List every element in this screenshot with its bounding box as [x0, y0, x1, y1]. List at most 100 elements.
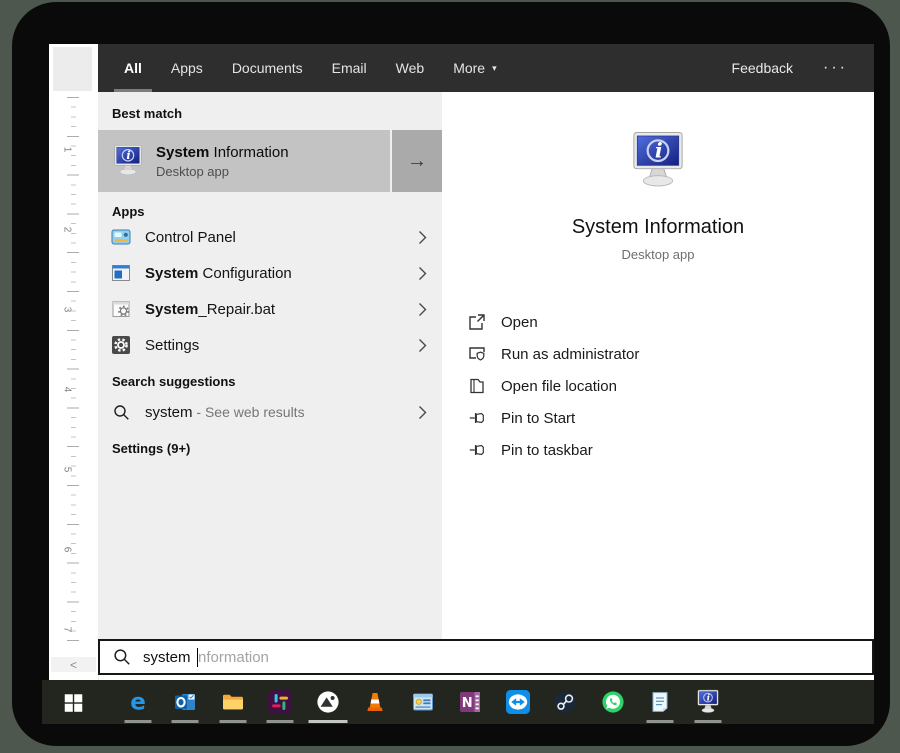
taskbar-teamviewer-icon[interactable] [494, 680, 542, 724]
vertical-ruler: 1 2 3 4 5 6 7 < [49, 44, 99, 680]
best-match-header: Best match [112, 106, 183, 121]
action-label: Pin to taskbar [501, 441, 593, 459]
app-result-settings[interactable]: Settings [98, 327, 442, 363]
run-admin-icon [468, 345, 486, 363]
taskbar-notepad-icon[interactable] [637, 680, 685, 724]
taskbar-photos-circle-icon[interactable] [304, 680, 352, 724]
ruler-number: 7 [61, 626, 73, 633]
app-result-label: System_Repair.bat [145, 300, 276, 318]
best-match-title: System Information [156, 143, 289, 161]
chevron-right-icon[interactable] [418, 405, 427, 425]
tab-web[interactable]: Web [396, 44, 425, 92]
scroll-left-arrow[interactable]: < [51, 657, 96, 672]
open-icon [468, 313, 486, 331]
pin-icon [468, 409, 486, 427]
search-icon [113, 648, 131, 666]
tab-apps[interactable]: Apps [171, 44, 203, 92]
app-result-control-panel[interactable]: Control Panel [98, 219, 442, 255]
action-open[interactable]: Open [468, 306, 874, 338]
taskbar: e N i [42, 680, 874, 724]
best-match-row: i System Information Desktop app → [98, 130, 442, 192]
taskbar-system-information-icon[interactable]: i [684, 680, 732, 724]
start-button[interactable] [42, 680, 104, 724]
pin-icon [468, 441, 486, 459]
search-suggestions-header: Search suggestions [112, 374, 236, 389]
settings-gear-icon [111, 335, 131, 355]
app-result-label: Control Panel [145, 228, 236, 246]
screenshot-stage: 1 2 3 4 5 6 7 < All Apps Documents Email Web M… [0, 0, 900, 753]
app-result-label: Settings [145, 336, 200, 354]
best-match-result[interactable]: i System Information Desktop app [98, 130, 390, 192]
system-configuration-icon [111, 263, 131, 283]
taskbar-system-window-icon[interactable] [399, 680, 447, 724]
chevron-right-icon[interactable] [418, 230, 427, 250]
running-indicator [266, 720, 294, 723]
app-result--repair-bat[interactable]: System_Repair.bat [98, 291, 442, 327]
taskbar-vlc-icon[interactable] [352, 680, 400, 724]
control-panel-icon [111, 227, 131, 247]
svg-text:N: N [462, 696, 473, 711]
chevron-right-icon[interactable] [418, 338, 427, 358]
right-arrow-icon: → [407, 149, 427, 172]
action-pin-to-start[interactable]: Pin to Start [468, 402, 874, 434]
app-result-label: System Configuration [145, 264, 292, 282]
svg-text:i: i [126, 148, 130, 162]
action-label: Run as administrator [501, 345, 640, 363]
apps-header: Apps [112, 204, 145, 219]
preview-panel: i System Information Desktop app Open Ru… [442, 92, 874, 639]
taskbar-outlook-icon[interactable] [162, 680, 210, 724]
tab-apps-label: Apps [170, 60, 203, 76]
preview-title: System Information [571, 216, 745, 238]
overflow-menu-button[interactable]: ··· [823, 59, 848, 77]
action-run-as-administrator[interactable]: Run as administrator [468, 338, 874, 370]
running-indicator [124, 720, 152, 723]
tab-email-label: Email [331, 60, 367, 76]
tab-documents[interactable]: Documents [232, 44, 303, 92]
action-label: Pin to Start [501, 409, 576, 427]
svg-text:i: i [655, 139, 663, 163]
device-frame: 1 2 3 4 5 6 7 < All Apps Documents Email Web M… [12, 2, 890, 746]
search-typed-text: system [143, 648, 191, 666]
best-match-subtitle: Desktop app [156, 163, 229, 179]
svg-text:e: e [130, 690, 146, 714]
system-information-large-icon: i [627, 130, 689, 192]
suggestion-system-web-results[interactable]: system - See web results [98, 394, 442, 430]
ruler-number: 1 [61, 146, 73, 153]
search-icon [111, 402, 131, 422]
taskbar-whatsapp-icon[interactable] [589, 680, 637, 724]
taskbar-file-explorer-icon[interactable] [209, 680, 257, 724]
taskbar-steam-icon[interactable] [542, 680, 590, 724]
preview-subtitle: Desktop app [621, 247, 695, 262]
taskbar-search-input[interactable]: system nformation [98, 639, 874, 675]
running-indicator [171, 720, 199, 723]
chevron-right-icon[interactable] [418, 266, 427, 286]
file-location-icon [468, 377, 486, 395]
search-flyout: All Apps Documents Email Web More ▾ Feed… [98, 44, 874, 639]
taskbar-slack-icon[interactable] [257, 680, 305, 724]
ruler-number: 5 [61, 466, 73, 473]
running-indicator [219, 720, 247, 723]
tab-web-label: Web [395, 60, 425, 76]
taskbar-edge-icon[interactable]: e [114, 680, 162, 724]
app-result-configuration[interactable]: System Configuration [98, 255, 442, 291]
tab-all-label: All [124, 60, 142, 76]
ruler-number: 2 [61, 226, 73, 233]
action-open-file-location[interactable]: Open file location [468, 370, 874, 402]
chevron-right-icon[interactable] [418, 302, 427, 322]
ruler-margin-block [53, 47, 92, 91]
tab-more-label: More [453, 60, 486, 76]
running-indicator [694, 720, 722, 723]
svg-text:i: i [706, 694, 709, 704]
batch-file-icon [111, 299, 131, 319]
tab-more[interactable]: More ▾ [453, 44, 496, 92]
tab-email[interactable]: Email [332, 44, 367, 92]
ruler-medium-ticks [67, 97, 79, 643]
tab-all[interactable]: All [124, 44, 142, 92]
action-label: Open file location [501, 377, 617, 395]
search-suggestion-ghost-text: nformation [198, 648, 269, 666]
expand-result-button[interactable]: → [392, 130, 442, 192]
taskbar-onenote-icon[interactable]: N [447, 680, 495, 724]
ruler-number: 3 [61, 306, 73, 313]
feedback-button[interactable]: Feedback [732, 60, 793, 76]
action-pin-to-taskbar[interactable]: Pin to taskbar [468, 434, 874, 466]
